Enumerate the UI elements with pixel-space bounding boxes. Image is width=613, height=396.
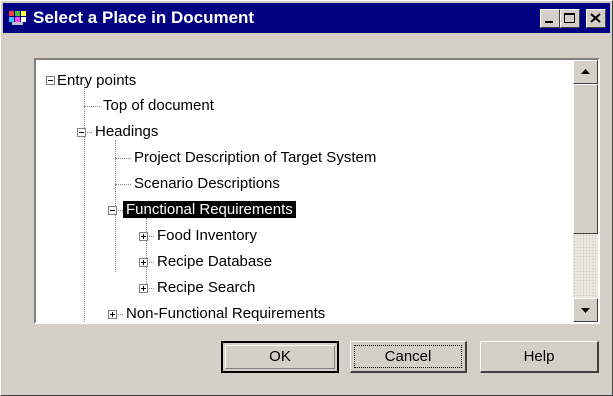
tree-item-non-functional-requirements[interactable]: Non-Functional Requirements [123,303,328,322]
minimize-button[interactable] [540,9,560,28]
tree-item-entry-points[interactable]: Entry points [54,70,139,92]
tree-item-recipe-search[interactable]: Recipe Search [154,277,258,299]
expand-icon[interactable] [139,284,148,293]
cancel-button[interactable]: Cancel [350,341,467,373]
help-button[interactable]: Help [480,341,599,373]
tree-item-label: Entry points [57,72,137,89]
ok-button[interactable]: OK [221,341,339,373]
arrow-up-icon [581,69,590,74]
tree-item-label: Functional Requirements [123,201,296,218]
tree-item-top-of-document[interactable]: Top of document [100,95,217,117]
title-bar[interactable]: Select a Place in Document [3,3,610,33]
expand-icon[interactable] [139,232,148,241]
app-icon [9,10,27,26]
tree-line [84,106,100,107]
tree-content: Entry points Top of document Headings Pr… [36,60,576,322]
scrollbar-thumb[interactable] [573,84,598,234]
window-title: Select a Place in Document [33,8,255,27]
collapse-icon[interactable] [108,206,117,215]
tree-item-label: Non-Functional Requirements [126,305,326,322]
tree-line [146,218,147,288]
tree-item-project-description[interactable]: Project Description of Target System [131,147,379,169]
tree-item-headings[interactable]: Headings [92,121,161,143]
tree-item-label: Recipe Database [157,253,273,270]
tree-item-label: Project Description of Target System [134,149,377,166]
dialog-window: Select a Place in Document Entry points … [0,0,613,396]
close-button[interactable] [586,9,606,28]
tree-item-functional-requirements[interactable]: Functional Requirements [123,199,296,221]
tree-item-label: Top of document [103,97,214,114]
arrow-down-icon [581,308,590,313]
tree-item-scenario-descriptions[interactable]: Scenario Descriptions [131,173,283,195]
tree-item-food-inventory[interactable]: Food Inventory [154,225,260,247]
close-icon [590,13,601,23]
minimize-icon [545,21,553,23]
tree-line [84,84,85,322]
document-tree[interactable]: Entry points Top of document Headings Pr… [34,58,600,324]
collapse-icon[interactable] [77,128,86,137]
tree-item-recipe-database[interactable]: Recipe Database [154,251,275,273]
scroll-down-button[interactable] [573,298,598,322]
tree-line [115,158,131,159]
tree-item-label: Recipe Search [157,279,256,296]
tree-item-label: Scenario Descriptions [134,175,280,192]
tree-item-label: Food Inventory [157,227,258,244]
tree-line [115,184,131,185]
maximize-icon [564,13,575,23]
expand-icon[interactable] [139,258,148,267]
vertical-scrollbar[interactable] [573,60,598,322]
expand-icon[interactable] [108,310,117,319]
maximize-button[interactable] [560,9,580,28]
scroll-up-button[interactable] [573,60,598,84]
tree-item-label: Headings [95,123,159,140]
